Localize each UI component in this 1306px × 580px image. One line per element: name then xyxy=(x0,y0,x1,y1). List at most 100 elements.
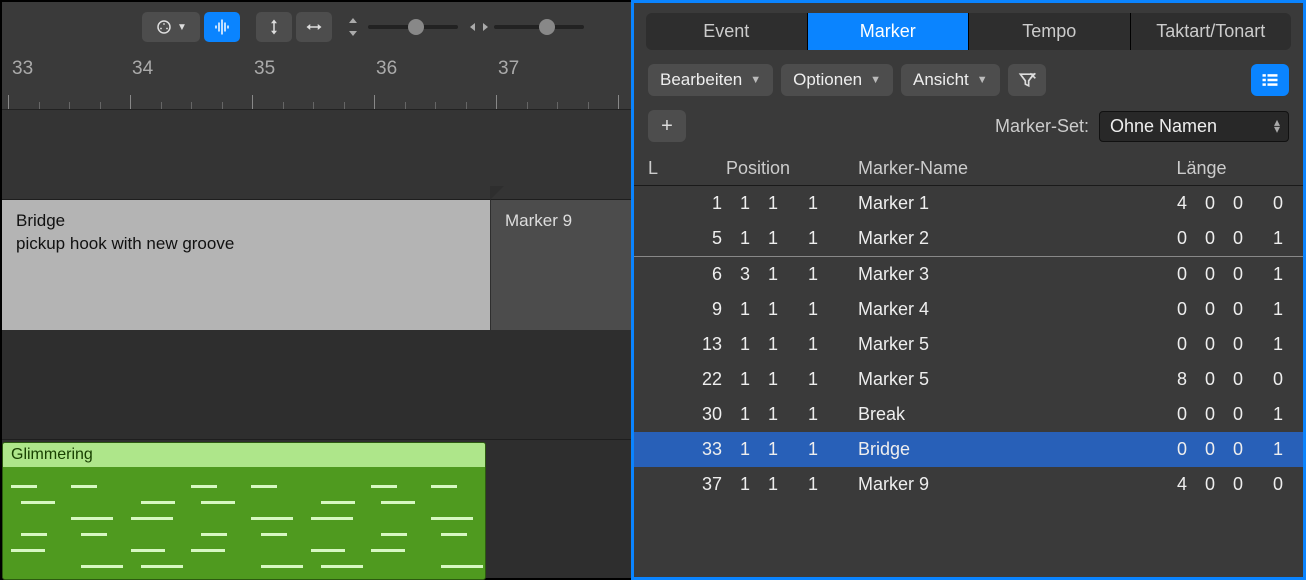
position-value[interactable]: 5 xyxy=(694,228,722,249)
length-value[interactable]: 0 xyxy=(1159,264,1187,285)
vertical-auto-zoom-button[interactable] xyxy=(256,12,292,42)
position-value[interactable]: 1 xyxy=(722,404,750,425)
position-value[interactable]: 1 xyxy=(750,474,778,495)
length-value[interactable]: 0 xyxy=(1215,228,1243,249)
length-value[interactable]: 0 xyxy=(1187,228,1215,249)
position-value[interactable]: 1 xyxy=(750,228,778,249)
list-view-button[interactable] xyxy=(1251,64,1289,96)
table-row[interactable]: 5111Marker 20001 xyxy=(634,221,1303,256)
length-value[interactable]: 0 xyxy=(1159,299,1187,320)
length-value[interactable]: 0 xyxy=(1215,264,1243,285)
length-value[interactable]: 0 xyxy=(1215,299,1243,320)
length-value[interactable]: 0 xyxy=(1215,369,1243,390)
position-value[interactable]: 1 xyxy=(778,404,818,425)
table-row[interactable]: 22111Marker 58000 xyxy=(634,362,1303,397)
length-value[interactable]: 0 xyxy=(1187,334,1215,355)
marker-region-9[interactable]: Marker 9 xyxy=(491,200,631,330)
tab-event[interactable]: Event xyxy=(646,13,808,50)
horizontal-auto-zoom-button[interactable] xyxy=(296,12,332,42)
length-value[interactable]: 1 xyxy=(1243,264,1283,285)
length-value[interactable]: 0 xyxy=(1243,369,1283,390)
length-value[interactable]: 0 xyxy=(1215,404,1243,425)
length-value[interactable]: 1 xyxy=(1243,228,1283,249)
length-value[interactable]: 0 xyxy=(1215,474,1243,495)
position-value[interactable]: 1 xyxy=(778,439,818,460)
tool-menu-button[interactable]: ▼ xyxy=(142,12,200,42)
length-value[interactable]: 0 xyxy=(1187,369,1215,390)
position-value[interactable]: 30 xyxy=(694,404,722,425)
length-value[interactable]: 8 xyxy=(1159,369,1187,390)
position-value[interactable]: 3 xyxy=(722,264,750,285)
length-value[interactable]: 1 xyxy=(1243,299,1283,320)
position-value[interactable]: 1 xyxy=(750,334,778,355)
position-value[interactable]: 1 xyxy=(778,299,818,320)
length-value[interactable]: 0 xyxy=(1159,334,1187,355)
position-value[interactable]: 1 xyxy=(750,404,778,425)
length-value[interactable]: 0 xyxy=(1187,474,1215,495)
marker-region-bridge[interactable]: Bridge pickup hook with new groove xyxy=(2,200,490,330)
length-value[interactable]: 0 xyxy=(1187,193,1215,214)
length-value[interactable]: 1 xyxy=(1243,334,1283,355)
marker-name-cell[interactable]: Marker 4 xyxy=(838,299,1114,320)
marker-name-cell[interactable]: Marker 5 xyxy=(838,334,1114,355)
length-value[interactable]: 0 xyxy=(1159,404,1187,425)
position-value[interactable]: 1 xyxy=(778,369,818,390)
position-value[interactable]: 1 xyxy=(722,299,750,320)
table-row[interactable]: 37111Marker 94000 xyxy=(634,467,1303,502)
position-value[interactable]: 22 xyxy=(694,369,722,390)
arrange-area[interactable]: Bridge pickup hook with new groove Marke… xyxy=(2,110,631,578)
position-value[interactable]: 33 xyxy=(694,439,722,460)
position-value[interactable]: 37 xyxy=(694,474,722,495)
marker-name-cell[interactable]: Marker 9 xyxy=(838,474,1114,495)
tab-tempo[interactable]: Tempo xyxy=(969,13,1131,50)
col-length[interactable]: Länge xyxy=(1114,158,1289,179)
position-value[interactable]: 1 xyxy=(694,193,722,214)
length-value[interactable]: 4 xyxy=(1159,193,1187,214)
position-value[interactable]: 1 xyxy=(750,439,778,460)
marker-set-select[interactable]: Ohne Namen ▴▾ xyxy=(1099,111,1289,142)
tab-marker[interactable]: Marker xyxy=(808,13,970,50)
length-value[interactable]: 0 xyxy=(1187,404,1215,425)
view-menu[interactable]: Ansicht ▼ xyxy=(901,64,1000,96)
position-value[interactable]: 1 xyxy=(778,474,818,495)
length-value[interactable]: 1 xyxy=(1243,439,1283,460)
position-value[interactable]: 1 xyxy=(722,474,750,495)
vertical-zoom-slider[interactable] xyxy=(344,18,458,36)
length-value[interactable]: 0 xyxy=(1159,228,1187,249)
add-marker-button[interactable]: + xyxy=(648,110,686,142)
filter-button[interactable] xyxy=(1008,64,1046,96)
length-value[interactable]: 0 xyxy=(1159,439,1187,460)
waveform-tool-button[interactable] xyxy=(204,12,240,42)
marker-name-cell[interactable]: Marker 2 xyxy=(838,228,1114,249)
table-row[interactable]: 9111Marker 40001 xyxy=(634,292,1303,327)
length-value[interactable]: 1 xyxy=(1243,404,1283,425)
position-value[interactable]: 1 xyxy=(722,369,750,390)
position-value[interactable]: 1 xyxy=(750,193,778,214)
table-row[interactable]: 33111Bridge0001 xyxy=(634,432,1303,467)
position-value[interactable]: 1 xyxy=(722,439,750,460)
length-value[interactable]: 0 xyxy=(1215,439,1243,460)
horizontal-zoom-slider[interactable] xyxy=(470,20,584,34)
col-L[interactable]: L xyxy=(648,158,678,179)
position-value[interactable]: 1 xyxy=(722,228,750,249)
position-value[interactable]: 6 xyxy=(694,264,722,285)
edit-menu[interactable]: Bearbeiten ▼ xyxy=(648,64,773,96)
marker-name-cell[interactable]: Bridge xyxy=(838,439,1114,460)
length-value[interactable]: 0 xyxy=(1243,193,1283,214)
length-value[interactable]: 0 xyxy=(1187,299,1215,320)
position-value[interactable]: 1 xyxy=(750,264,778,285)
length-value[interactable]: 0 xyxy=(1215,334,1243,355)
length-value[interactable]: 0 xyxy=(1215,193,1243,214)
position-value[interactable]: 1 xyxy=(750,299,778,320)
position-value[interactable]: 1 xyxy=(778,228,818,249)
marker-name-cell[interactable]: Marker 3 xyxy=(838,264,1114,285)
marker-name-cell[interactable]: Marker 5 xyxy=(838,369,1114,390)
position-value[interactable]: 1 xyxy=(778,334,818,355)
table-row[interactable]: 1111Marker 14000 xyxy=(634,186,1303,221)
tab-signature[interactable]: Taktart/Tonart xyxy=(1131,13,1292,50)
position-value[interactable]: 13 xyxy=(694,334,722,355)
table-row[interactable]: 13111Marker 50001 xyxy=(634,327,1303,362)
position-value[interactable]: 1 xyxy=(750,369,778,390)
marker-name-cell[interactable]: Marker 1 xyxy=(838,193,1114,214)
length-value[interactable]: 0 xyxy=(1243,474,1283,495)
